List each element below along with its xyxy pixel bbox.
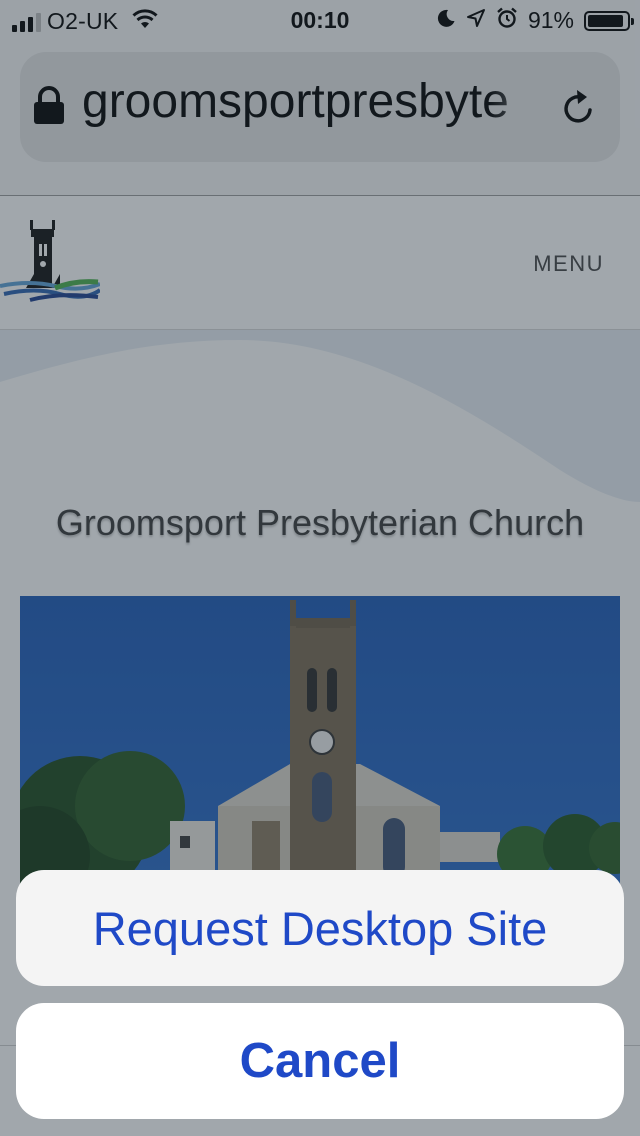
cancel-button[interactable]: Cancel [16, 1003, 624, 1119]
cancel-sheet: Cancel [16, 1003, 624, 1119]
action-sheet: Request Desktop Site [16, 870, 624, 986]
request-desktop-site-button[interactable]: Request Desktop Site [16, 870, 624, 986]
